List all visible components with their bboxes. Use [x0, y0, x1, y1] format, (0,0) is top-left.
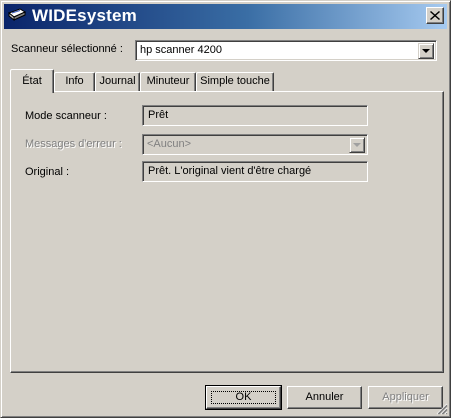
- window-title: WIDEsystem: [32, 6, 137, 25]
- original-label: Original :: [25, 166, 70, 178]
- original-field: Prêt. L'original vient d'être chargé: [142, 161, 368, 182]
- close-button[interactable]: [426, 7, 444, 24]
- error-messages-select[interactable]: <Aucun>: [142, 134, 368, 155]
- scanner-select-value: hp scanner 4200: [140, 44, 222, 56]
- scanner-icon: [7, 8, 27, 24]
- ok-button-label: OK: [235, 391, 252, 403]
- apply-button-label: Appliquer: [382, 391, 429, 403]
- tab-simple-touche[interactable]: Simple touche: [196, 72, 274, 91]
- mode-scanner-value: Prêt: [148, 109, 169, 121]
- error-messages-value: <Aucun>: [147, 138, 192, 150]
- error-messages-dropdown-button[interactable]: [349, 137, 365, 153]
- original-value: Prêt. L'original vient d'être chargé: [148, 165, 312, 177]
- ok-button[interactable]: OK: [205, 385, 282, 410]
- tab-label: Info: [65, 75, 84, 87]
- scanner-dropdown-button[interactable]: [418, 43, 434, 59]
- mode-scanner-field: Prêt: [142, 105, 368, 126]
- tab-label: État: [22, 75, 42, 87]
- tab-label: Simple touche: [200, 75, 270, 87]
- tab-minuteur[interactable]: Minuteur: [140, 72, 196, 91]
- scanner-select[interactable]: hp scanner 4200: [135, 40, 437, 61]
- error-messages-label: Messages d'erreur :: [25, 138, 122, 150]
- scanner-select-label: Scanneur sélectionné :: [11, 43, 123, 55]
- tab-panel-etat: Mode scanneur : Prêt Messages d'erreur :…: [10, 91, 444, 373]
- close-icon: [430, 11, 440, 20]
- title-bar[interactable]: WIDEsystem: [4, 4, 447, 29]
- tab-etat[interactable]: État: [10, 69, 54, 93]
- apply-button[interactable]: Appliquer: [368, 386, 443, 409]
- tab-label: Journal: [99, 75, 136, 87]
- tab-label: Minuteur: [146, 75, 190, 87]
- tab-journal[interactable]: Journal: [95, 72, 140, 91]
- tab-info[interactable]: Info: [54, 72, 95, 91]
- chevron-down-icon: [422, 49, 430, 53]
- cancel-button[interactable]: Annuler: [287, 386, 362, 409]
- chevron-down-icon: [353, 143, 361, 147]
- cancel-button-label: Annuler: [305, 391, 344, 403]
- dialog-window: WIDEsystem Scanneur sélectionné : hp sca…: [0, 0, 451, 418]
- mode-scanner-label: Mode scanneur :: [25, 110, 107, 122]
- resize-grip-icon[interactable]: [436, 403, 448, 415]
